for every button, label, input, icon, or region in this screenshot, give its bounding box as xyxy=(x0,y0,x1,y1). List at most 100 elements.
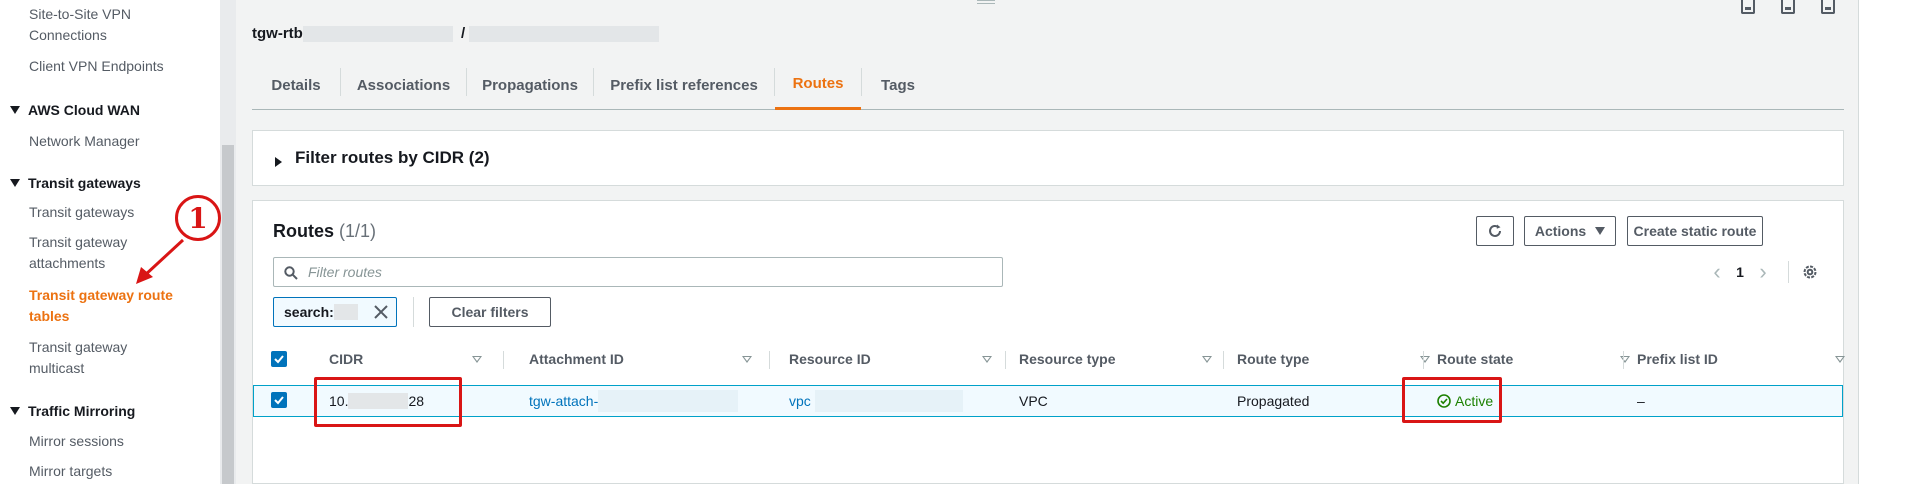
sort-icon[interactable] xyxy=(742,356,752,363)
tab-associations[interactable]: Associations xyxy=(341,60,466,110)
right-panel-edge xyxy=(1858,0,1916,484)
panel-layout-icon[interactable] xyxy=(1781,0,1795,14)
routes-count: (1/1) xyxy=(339,221,377,241)
column-header-resource-id[interactable]: Resource ID xyxy=(789,341,992,377)
route-table-breadcrumb: tgw-rtb / xyxy=(252,25,660,43)
routes-panel: Routes (1/1) Actions Create static route… xyxy=(252,200,1845,484)
sidebar-section-traffic-mirroring[interactable]: Traffic Mirroring xyxy=(10,402,135,420)
sort-icon[interactable] xyxy=(1420,356,1430,363)
sidebar: Site-to-Site VPN Connections Client VPN … xyxy=(0,0,220,484)
highlight-box-route-state xyxy=(1402,377,1502,423)
redacted-token-value xyxy=(333,304,358,320)
sidebar-item-mirror-targets[interactable]: Mirror targets xyxy=(29,461,112,482)
column-header-cidr[interactable]: CIDR xyxy=(329,341,482,377)
token-divider xyxy=(413,297,414,327)
sidebar-item-transit-gateways[interactable]: Transit gateways xyxy=(29,202,134,223)
step-number-badge: 1 xyxy=(175,195,221,241)
sidebar-item-site-to-site-vpn[interactable]: Site-to-Site VPN Connections xyxy=(29,4,149,46)
sort-icon[interactable] xyxy=(472,356,482,363)
attachment-id-link[interactable]: tgw-attach- xyxy=(529,393,598,409)
sidebar-section-cloud-wan[interactable]: AWS Cloud WAN xyxy=(10,101,140,119)
column-header-resource-type[interactable]: Resource type xyxy=(1019,341,1212,377)
column-header-attachment-id[interactable]: Attachment ID xyxy=(529,341,752,377)
filter-routes-search[interactable] xyxy=(273,257,1003,287)
sort-icon[interactable] xyxy=(1835,356,1845,363)
tab-tags[interactable]: Tags xyxy=(862,60,934,110)
sidebar-item-tgw-attachments[interactable]: Transit gateway attachments xyxy=(29,232,159,274)
pager-divider xyxy=(1788,261,1789,283)
caret-down-icon xyxy=(10,407,20,415)
select-all-checkbox[interactable] xyxy=(271,351,287,367)
column-label: CIDR xyxy=(329,351,364,367)
column-label: Resource ID xyxy=(789,351,871,367)
close-icon[interactable] xyxy=(372,303,390,321)
cell-resource-type: VPC xyxy=(1019,393,1048,409)
detail-tabs: Details Associations Propagations Prefix… xyxy=(252,60,1844,110)
highlight-box-cidr xyxy=(314,377,462,427)
sidebar-item-mirror-sessions[interactable]: Mirror sessions xyxy=(29,431,124,452)
column-divider[interactable] xyxy=(1005,351,1006,369)
caret-down-icon xyxy=(10,106,20,114)
filter-routes-title[interactable]: Filter routes by CIDR (2) xyxy=(295,148,490,168)
table-row[interactable]: 10. 28 tgw-attach- vpc VPC Propagated Act… xyxy=(253,385,1843,417)
filter-routes-panel[interactable]: Filter routes by CIDR (2) xyxy=(252,130,1844,186)
caret-down-icon xyxy=(10,179,20,187)
sidebar-scrollbar-thumb[interactable] xyxy=(222,145,234,484)
actions-button-label: Actions xyxy=(1534,223,1587,239)
actions-button[interactable]: Actions xyxy=(1524,216,1616,246)
create-static-route-button[interactable]: Create static route xyxy=(1627,216,1763,246)
column-header-prefix-list-id[interactable]: Prefix list ID xyxy=(1637,341,1845,377)
tab-prefix-list-references[interactable]: Prefix list references xyxy=(594,60,774,110)
sidebar-section-label: Traffic Mirroring xyxy=(28,403,136,419)
resource-id-link[interactable]: vpc xyxy=(789,393,811,409)
sort-icon[interactable] xyxy=(982,356,992,363)
panel-layout-icon[interactable] xyxy=(1821,0,1835,14)
sort-icon[interactable] xyxy=(1620,356,1630,363)
breadcrumb-prefix: tgw-rtb xyxy=(252,25,303,42)
tab-details[interactable]: Details xyxy=(252,60,340,110)
search-input[interactable] xyxy=(308,262,988,282)
filter-token[interactable]: search: xyxy=(273,297,397,327)
caret-down-icon xyxy=(1595,227,1606,235)
table-header: CIDR Attachment ID Resource ID Resource … xyxy=(253,341,1845,377)
column-label: Attachment ID xyxy=(529,351,624,367)
breadcrumb-separator: / xyxy=(461,25,466,42)
sidebar-section-label: Transit gateways xyxy=(28,175,141,191)
sidebar-item-tgw-multicast[interactable]: Transit gateway multicast xyxy=(29,337,159,379)
sidebar-section-label: AWS Cloud WAN xyxy=(28,102,140,118)
column-divider[interactable] xyxy=(769,351,770,369)
column-label: Route type xyxy=(1237,351,1310,367)
tab-routes[interactable]: Routes xyxy=(775,60,861,110)
gear-icon[interactable] xyxy=(1801,263,1819,281)
tab-propagations[interactable]: Propagations xyxy=(467,60,593,110)
sidebar-item-client-vpn[interactable]: Client VPN Endpoints xyxy=(29,56,164,77)
routes-heading: Routes (1/1) xyxy=(273,221,376,242)
sort-icon[interactable] xyxy=(1202,356,1212,363)
caret-right-icon xyxy=(275,157,282,167)
filter-token-label: search: xyxy=(284,304,334,320)
sidebar-section-transit-gateways[interactable]: Transit gateways xyxy=(10,174,141,192)
panel-resize-handle[interactable] xyxy=(977,0,995,4)
column-divider[interactable] xyxy=(1423,351,1424,369)
redacted-resource-id xyxy=(814,390,963,412)
clear-filters-button[interactable]: Clear filters xyxy=(429,297,551,327)
pagination: ‹ 1 › xyxy=(1704,259,1819,285)
sidebar-item-tgw-route-tables[interactable]: Transit gateway route tables xyxy=(29,285,189,327)
column-divider[interactable] xyxy=(503,351,504,369)
cell-resource-id[interactable]: vpc xyxy=(789,386,963,416)
page-number[interactable]: 1 xyxy=(1730,264,1750,280)
column-divider[interactable] xyxy=(1623,351,1624,369)
row-checkbox[interactable] xyxy=(271,392,287,408)
column-header-route-state[interactable]: Route state xyxy=(1437,341,1630,377)
sidebar-item-network-manager[interactable]: Network Manager xyxy=(29,131,140,152)
column-label: Resource type xyxy=(1019,351,1116,367)
chevron-left-icon[interactable]: ‹ xyxy=(1704,259,1730,285)
refresh-button[interactable] xyxy=(1476,216,1514,246)
chevron-right-icon[interactable]: › xyxy=(1750,259,1776,285)
routes-title: Routes xyxy=(273,221,335,241)
redacted-id xyxy=(302,26,453,43)
cell-attachment-id[interactable]: tgw-attach- xyxy=(529,386,739,416)
column-header-route-type[interactable]: Route type xyxy=(1237,341,1430,377)
panel-layout-icon[interactable] xyxy=(1741,0,1755,14)
column-divider[interactable] xyxy=(1223,351,1224,369)
